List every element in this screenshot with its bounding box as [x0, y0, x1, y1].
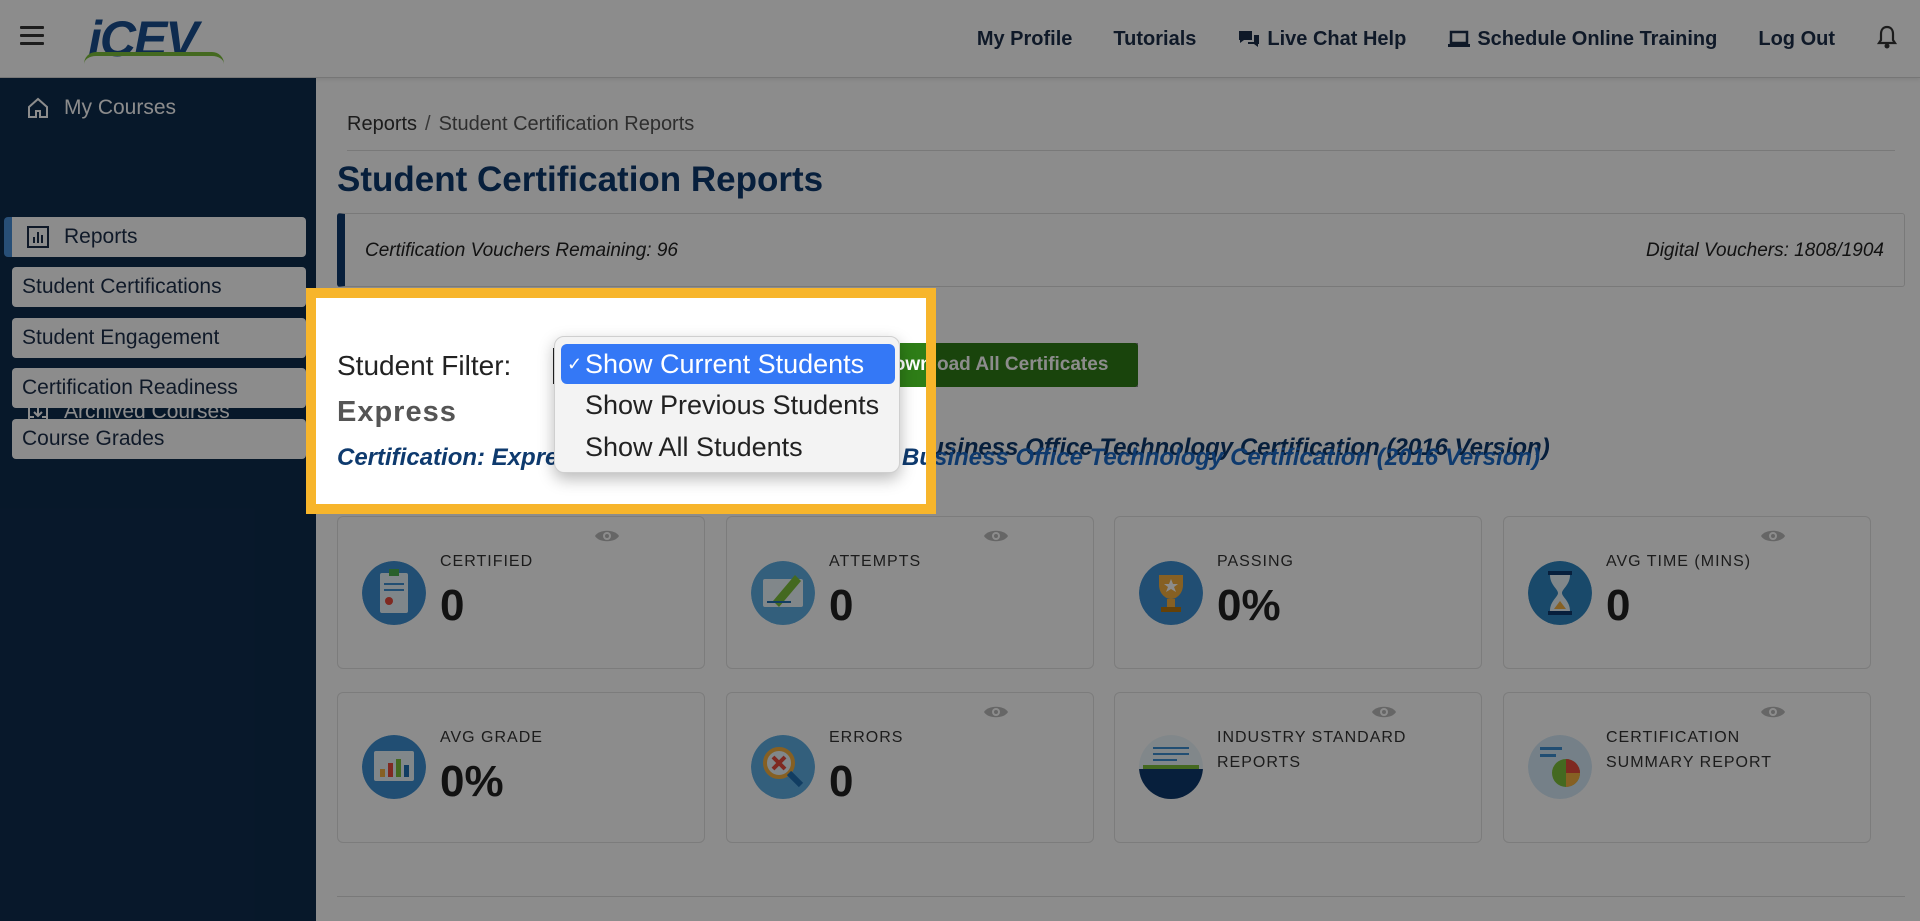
certification-title-partial-right: Business Office Technology Certification…	[902, 444, 1540, 471]
student-filter-dropdown[interactable]: ✓ Show Current Students Show Previous St…	[554, 336, 900, 473]
option-show-previous-students[interactable]: Show Previous Students	[561, 385, 895, 425]
option-show-all-students[interactable]: Show All Students	[561, 427, 895, 467]
certification-title-partial: Certification: Expres	[337, 444, 572, 471]
option-label: Show Current Students	[585, 348, 865, 379]
checkmark-icon: ✓	[567, 353, 583, 374]
express-heading: Express	[337, 396, 457, 428]
spotlight-border-right	[926, 288, 936, 514]
overlay-segment	[936, 343, 1138, 387]
option-show-current-students[interactable]: ✓ Show Current Students	[561, 344, 895, 384]
option-label: Show Previous Students	[585, 389, 880, 420]
option-label: Show All Students	[585, 431, 803, 462]
student-filter-label: Student Filter:	[337, 350, 512, 381]
